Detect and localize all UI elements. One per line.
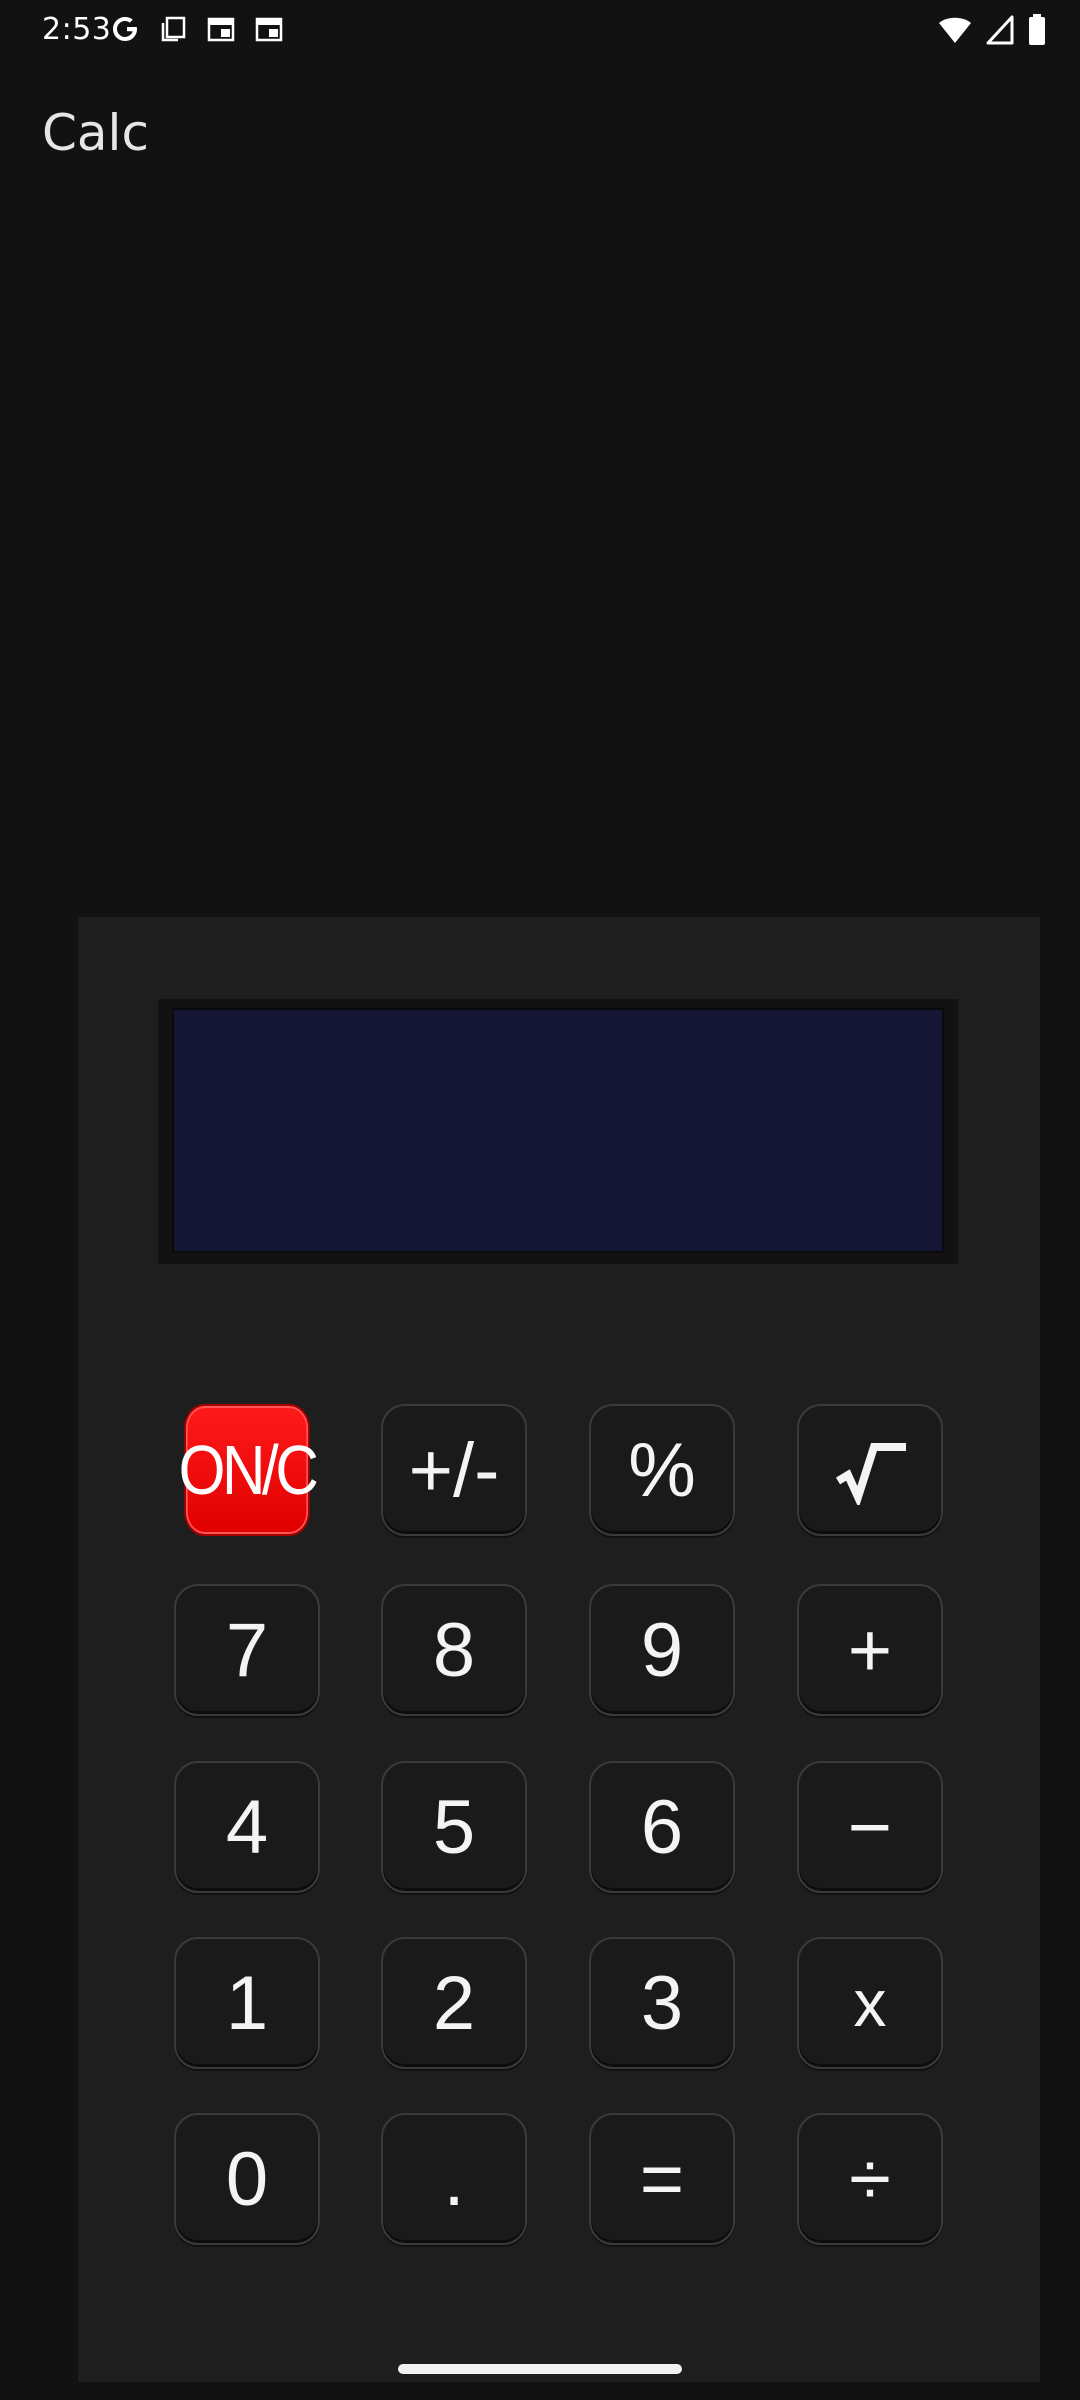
digit-4-button[interactable]: 4 <box>174 1761 320 1893</box>
display-screen <box>172 1008 944 1253</box>
on-clear-button[interactable]: ON/C <box>179 1404 319 1536</box>
screen: 2:53 Calc ON/C +/- % 7 8 9 + 4 5 6 − 1 2… <box>0 0 1080 2400</box>
add-button[interactable]: + <box>797 1584 943 1716</box>
digit-3-button[interactable]: 3 <box>589 1937 735 2069</box>
plus-minus-button[interactable]: +/- <box>381 1404 527 1536</box>
home-indicator[interactable] <box>398 2364 682 2374</box>
wifi-icon <box>938 15 972 50</box>
square-root-button[interactable] <box>797 1404 943 1536</box>
status-left-icons <box>110 14 284 44</box>
subtract-button[interactable]: − <box>797 1761 943 1893</box>
google-icon <box>110 14 140 44</box>
calendar-icon <box>206 14 236 44</box>
digit-8-button[interactable]: 8 <box>381 1584 527 1716</box>
status-bar: 2:53 <box>0 0 1080 62</box>
status-time: 2:53 <box>42 12 112 47</box>
digit-1-button[interactable]: 1 <box>174 1937 320 2069</box>
status-right-icons <box>938 14 1046 51</box>
calendar-icon <box>254 14 284 44</box>
percent-button[interactable]: % <box>589 1404 735 1536</box>
signal-icon <box>986 15 1014 50</box>
digit-7-button[interactable]: 7 <box>174 1584 320 1716</box>
equals-button[interactable]: = <box>589 2113 735 2245</box>
digit-6-button[interactable]: 6 <box>589 1761 735 1893</box>
calculator-body: ON/C +/- % 7 8 9 + 4 5 6 − 1 2 3 x 0 . =… <box>78 917 1040 2382</box>
copy-icon <box>158 14 188 44</box>
digit-2-button[interactable]: 2 <box>381 1937 527 2069</box>
display-frame <box>158 999 958 1264</box>
app-title: Calc <box>42 104 149 162</box>
decimal-button[interactable]: . <box>381 2113 527 2245</box>
divide-button[interactable]: ÷ <box>797 2113 943 2245</box>
digit-0-button[interactable]: 0 <box>174 2113 320 2245</box>
digit-5-button[interactable]: 5 <box>381 1761 527 1893</box>
digit-9-button[interactable]: 9 <box>589 1584 735 1716</box>
battery-icon <box>1028 14 1046 51</box>
square-root-icon <box>835 1443 906 1505</box>
multiply-button[interactable]: x <box>797 1937 943 2069</box>
